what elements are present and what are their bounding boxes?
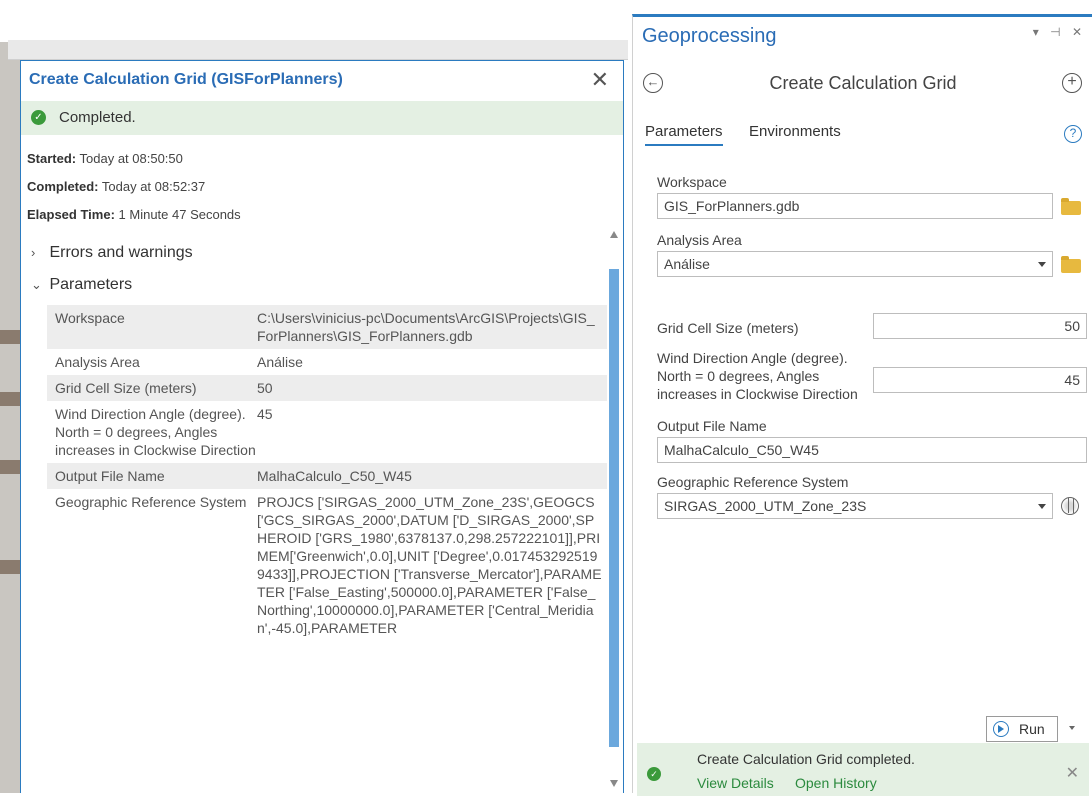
elapsed-label: Elapsed Time: [27,207,115,222]
output-name-label: Output File Name [657,418,767,434]
close-icon[interactable]: ✕ [1066,763,1079,783]
dropdown-arrow-icon [1038,262,1046,267]
param-label: Wind Direction Angle (degree). North = 0… [55,406,256,458]
chevron-down-icon: ⌄ [31,277,42,292]
param-label: Analysis Area [55,354,140,370]
wind-direction-label: Wind Direction Angle (degree). North = 0… [657,350,858,402]
scrollbar-thumb[interactable] [609,269,619,747]
map-feature [0,560,20,574]
param-label: Output File Name [55,468,165,484]
grs-label: Geographic Reference System [657,474,849,490]
tool-title: Create Calculation Grid [769,73,957,93]
open-history-link[interactable]: Open History [795,775,877,791]
grid-cell-label: Grid Cell Size (meters) [657,320,799,336]
param-value: MalhaCalculo_C50_W45 [257,468,412,484]
wind-direction-input[interactable]: 45 [873,367,1087,393]
run-label: Run [1019,721,1045,737]
geoprocessing-pane: Geoprocessing ▾ ⊣ ✕ ← Create Calculation… [632,14,1092,796]
analysis-area-select[interactable]: Análise [657,251,1053,277]
started-value: Today at 08:50:50 [79,151,183,166]
workspace-label: Workspace [657,174,727,190]
table-row: Grid Cell Size (meters) 50 [47,375,607,401]
grid-cell-input[interactable]: 50 [873,313,1087,339]
param-value: C:\Users\vinicius-pc\Documents\ArcGIS\Pr… [257,310,595,344]
help-icon[interactable]: ? [1064,125,1082,143]
errors-section-label: Errors and warnings [49,244,193,261]
completion-text: Create Calculation Grid completed. [697,751,915,767]
output-name-input[interactable]: MalhaCalculo_C50_W45 [657,437,1087,463]
scroll-down-icon[interactable] [610,780,618,787]
workspace-input[interactable]: GIS_ForPlanners.gdb [657,193,1053,219]
parameters-section-label: Parameters [49,276,133,293]
folder-icon[interactable] [1061,256,1081,273]
param-value: 45 [257,406,273,422]
dropdown-arrow-icon [1038,504,1046,509]
param-value: Análise [257,354,303,370]
param-label: Workspace [55,310,125,326]
details-dialog: Create Calculation Grid (GISForPlanners)… [20,60,624,793]
folder-icon[interactable] [1061,198,1081,215]
errors-section-toggle[interactable]: › Errors and warnings [31,244,193,262]
table-row: Workspace C:\Users\vinicius-pc\Documents… [47,305,607,349]
chevron-right-icon: › [31,245,36,260]
param-value: PROJCS ['SIRGAS_2000_UTM_Zone_23S',GEOGC… [257,494,602,636]
tab-environments[interactable]: Environments [749,123,841,140]
param-label: Geographic Reference System [55,494,247,510]
tab-parameters[interactable]: Parameters [645,123,723,146]
completed-line: Completed: Today at 08:52:37 [27,179,205,194]
status-text: Completed. [59,109,136,126]
table-row: Geographic Reference System PROJCS ['SIR… [47,489,607,641]
add-icon[interactable]: + [1062,73,1082,93]
elapsed-value: 1 Minute 47 Seconds [118,207,241,222]
table-row: Wind Direction Angle (degree). North = 0… [47,401,607,463]
globe-icon[interactable] [1061,497,1079,515]
grs-select[interactable]: SIRGAS_2000_UTM_Zone_23S [657,493,1053,519]
window-controls[interactable]: ▾ ⊣ ✕ [1033,25,1086,39]
check-icon: ✓ [647,767,661,781]
ribbon-band [8,40,628,60]
close-icon[interactable]: ✕ [591,69,609,91]
map-feature [0,330,20,344]
param-value: 50 [257,380,273,396]
scrollbar[interactable] [609,231,619,791]
grs-value: SIRGAS_2000_UTM_Zone_23S [664,498,867,514]
dialog-title: Create Calculation Grid (GISForPlanners) [29,71,343,88]
completion-message: ✓ Create Calculation Grid completed. Vie… [637,743,1089,796]
started-label: Started: [27,151,77,166]
map-feature [0,460,20,474]
table-row: Analysis Area Análise [47,349,607,375]
parameters-table: Workspace C:\Users\vinicius-pc\Documents… [47,305,607,641]
parameters-section-toggle[interactable]: ⌄ Parameters [31,276,132,294]
scroll-up-icon[interactable] [610,231,618,238]
run-button[interactable]: Run [986,716,1058,742]
top-strip [0,0,630,42]
run-options-chevron-icon[interactable] [1066,721,1080,735]
check-icon: ✓ [31,110,46,125]
param-label: Grid Cell Size (meters) [55,380,197,396]
pane-title: Geoprocessing [642,25,777,47]
completed-value: Today at 08:52:37 [101,179,206,194]
completed-label: Completed: [27,179,99,194]
play-icon [993,721,1009,737]
started-line: Started: Today at 08:50:50 [27,151,183,166]
view-details-link[interactable]: View Details [697,775,774,791]
map-feature [0,392,20,406]
analysis-area-label: Analysis Area [657,232,742,248]
elapsed-line: Elapsed Time: 1 Minute 47 Seconds [27,207,241,222]
status-bar: ✓ Completed. [21,101,623,135]
analysis-area-value: Análise [664,256,710,272]
map-background [0,0,20,793]
table-row: Output File Name MalhaCalculo_C50_W45 [47,463,607,489]
